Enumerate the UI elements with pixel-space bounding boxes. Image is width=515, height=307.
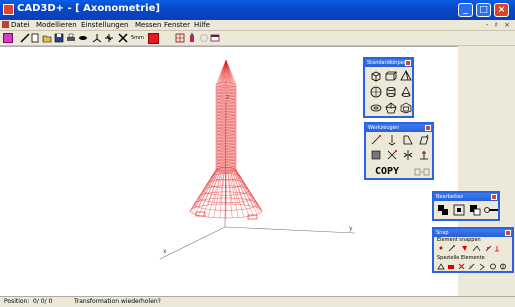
mirror-tool-icon[interactable] [402, 149, 414, 161]
palette-standard-title: Standardkörper [365, 59, 412, 67]
circle-icon[interactable] [199, 33, 209, 43]
menu-einstellungen[interactable]: Einstellungen [81, 20, 128, 30]
mdi-controls[interactable]: - ♯ × [486, 20, 512, 30]
view-icon[interactable] [78, 33, 88, 43]
sphere-icon[interactable] [370, 86, 382, 98]
key-icon[interactable] [484, 204, 499, 216]
polygon-tool-icon[interactable] [402, 134, 414, 146]
print-icon[interactable] [66, 33, 76, 43]
palette-edit[interactable]: Bearbeiten [432, 191, 500, 221]
scale-tool-icon[interactable] [418, 149, 430, 161]
point-snap-icon [439, 246, 443, 250]
minimize-button[interactable]: _ [458, 3, 473, 17]
palette-snap-title: Snap [434, 229, 512, 237]
grid-icon[interactable] [175, 33, 185, 43]
close-icon[interactable] [425, 125, 431, 131]
snap-element-icons[interactable] [437, 244, 511, 253]
palette-snap[interactable]: Snap Element snappen Spezielle Elemente [432, 227, 514, 273]
axes-icon[interactable] [92, 33, 102, 43]
snap-special-icons[interactable] [437, 262, 511, 271]
menu-fenster[interactable]: Fenster [164, 20, 190, 30]
x-axis-line [159, 226, 226, 260]
move-icon[interactable] [104, 33, 114, 43]
open-icon[interactable] [42, 33, 52, 43]
x-axis-label: x [163, 248, 167, 255]
new-icon[interactable] [30, 33, 40, 43]
vertical-tool-icon[interactable] [386, 134, 398, 146]
pyramid-icon[interactable] [400, 70, 412, 82]
palette-edit-title: Bearbeiten [434, 193, 498, 201]
color-swatch[interactable] [148, 33, 159, 44]
box-icon[interactable] [385, 70, 397, 82]
y-axis-line [224, 226, 356, 234]
menu-bar: Datei Modellieren Einstellungen Messen F… [0, 20, 515, 31]
rotate-tool-icon[interactable] [386, 149, 398, 161]
status-bar: Position: 0/ 0/ 0 Transformation wiederh… [0, 296, 515, 307]
palette-standard-bodies[interactable]: Standardkörper [363, 57, 414, 118]
menu-hilfe[interactable]: Hilfe [194, 20, 210, 30]
dodecahedron-icon[interactable] [400, 102, 412, 114]
info-icon[interactable] [187, 33, 197, 43]
z-axis-label: z [226, 94, 229, 101]
line-tool-icon[interactable] [370, 134, 382, 146]
palette-tools-title: Werkzeugen [366, 124, 432, 132]
line-icon[interactable] [20, 33, 30, 43]
measure-icon[interactable] [118, 33, 128, 43]
polyhedron-icon[interactable] [385, 102, 397, 114]
close-button[interactable]: × [494, 3, 509, 17]
title-bar[interactable]: CAD3D+ - [ Axonometrie] _ □ × [0, 0, 515, 20]
window-title: CAD3D+ - [ Axonometrie] [17, 3, 160, 14]
snap-group-elements-label: Element snappen [437, 237, 481, 243]
select-icon[interactable] [3, 33, 13, 43]
toolbar: 5mm [0, 31, 515, 46]
duplicate-tool-icon[interactable] [414, 166, 430, 178]
extrude-tool-icon[interactable] [418, 134, 430, 146]
cube-icon[interactable] [370, 70, 382, 82]
maximize-button[interactable]: □ [476, 3, 491, 17]
palette-tools[interactable]: Werkzeugen COPY [364, 122, 434, 180]
subtract-icon[interactable] [469, 204, 481, 216]
menu-messen[interactable]: Messen [135, 20, 161, 30]
menu-datei[interactable]: Datei [11, 20, 30, 30]
cylinder-icon[interactable] [385, 86, 397, 98]
copy-button[interactable]: COPY [375, 166, 399, 177]
window-icon[interactable] [210, 33, 220, 43]
frame-icon[interactable]: 5mm [131, 33, 145, 43]
snap-group-special-label: Spezielle Elemente [437, 255, 485, 261]
save-icon[interactable] [54, 33, 64, 43]
y-axis-label: y [349, 225, 353, 232]
close-icon[interactable] [491, 194, 497, 200]
wireframe-model[interactable] [189, 59, 263, 220]
app-icon[interactable] [3, 4, 14, 15]
document-icon[interactable] [2, 21, 9, 28]
cone-icon[interactable] [400, 86, 412, 98]
torus-icon[interactable] [370, 102, 382, 114]
union-icon[interactable] [437, 204, 449, 216]
menu-modellieren[interactable]: Modellieren [36, 20, 77, 30]
intersect-icon[interactable] [453, 204, 465, 216]
close-icon[interactable] [505, 230, 511, 236]
surface-tool-icon[interactable] [370, 149, 382, 161]
close-icon[interactable] [405, 60, 411, 66]
